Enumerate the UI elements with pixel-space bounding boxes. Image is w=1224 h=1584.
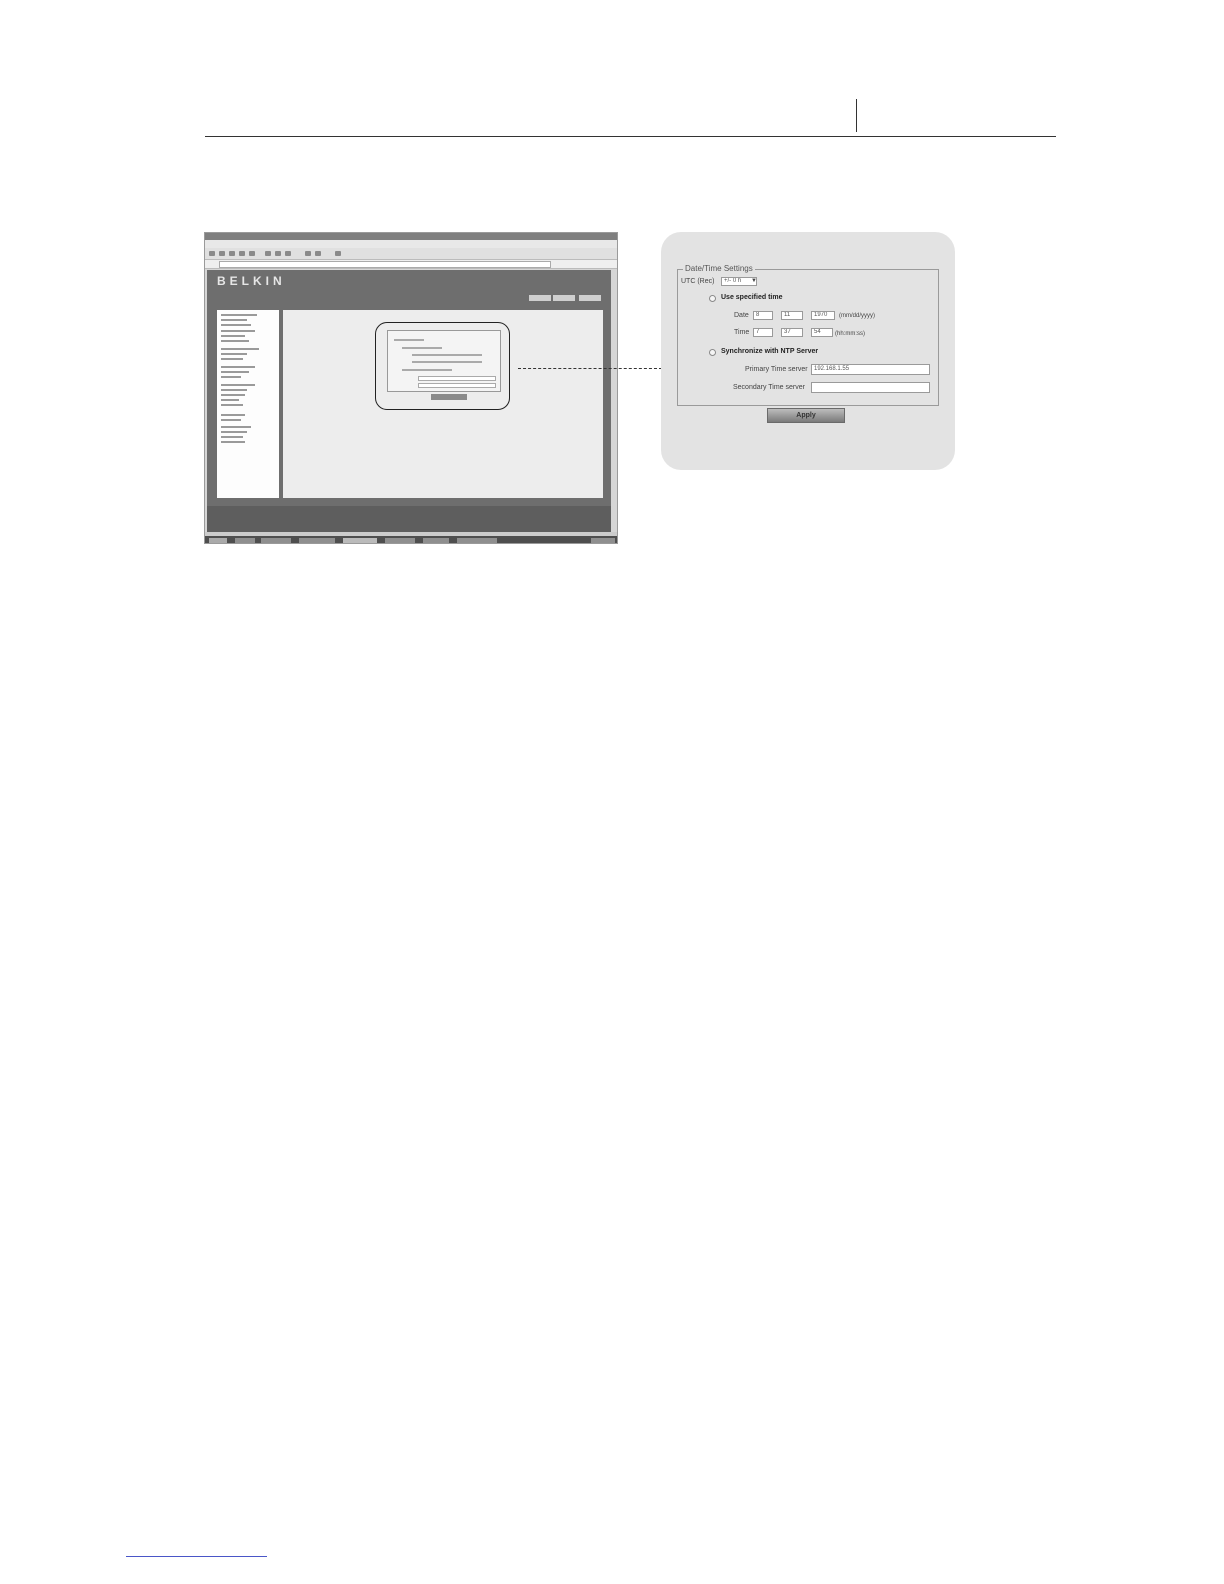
time-label: Time: [734, 329, 750, 336]
datetime-legend: Date/Time Settings: [683, 264, 755, 273]
datetime-settings-zoom: Date/Time Settings UTC (Rec) +/- 0 h ▼ U…: [661, 232, 955, 470]
stop-icon: [229, 251, 235, 256]
home-icon: [249, 251, 255, 256]
header-divider-tick: [856, 99, 857, 132]
brand-logo: BELKIN: [217, 274, 286, 288]
time-hour-input[interactable]: 7: [753, 328, 773, 337]
sync-ntp-radio[interactable]: [709, 349, 716, 356]
nav-link-home: [529, 295, 551, 301]
page-footer-bar: [207, 506, 611, 532]
date-format-hint: (mm/dd/yyyy): [839, 313, 875, 319]
time-second-input[interactable]: 54: [811, 328, 833, 337]
footer-rule: [126, 1556, 267, 1557]
utc-label: UTC (Rec): [681, 278, 715, 285]
refresh-icon: [239, 251, 245, 256]
secondary-server-label: Secondary Time server: [733, 384, 805, 391]
use-specified-time-radio[interactable]: [709, 295, 716, 302]
start-button: [209, 538, 227, 543]
nav-link-logout: [579, 295, 601, 301]
apply-button[interactable]: Apply: [767, 408, 845, 423]
callout-highlight-ring: [375, 322, 510, 410]
forward-icon: [219, 251, 225, 256]
back-icon: [209, 251, 215, 256]
config-sidebar: [217, 310, 279, 498]
print-icon: [315, 251, 321, 256]
nav-link-help: [553, 295, 575, 301]
favorites-icon: [275, 251, 281, 256]
window-titlebar: [205, 233, 617, 240]
address-bar: [205, 260, 617, 269]
date-day-input[interactable]: 11: [781, 311, 803, 320]
callout-leader-line: [518, 368, 662, 369]
browser-toolbar: [205, 248, 617, 260]
address-field: [219, 261, 551, 268]
search-icon: [265, 251, 271, 256]
sync-ntp-label: Synchronize with NTP Server: [721, 348, 819, 355]
history-icon: [285, 251, 291, 256]
browser-menubar: [205, 240, 617, 248]
chevron-down-icon: ▼: [751, 278, 757, 284]
date-month-input[interactable]: 8: [753, 311, 773, 320]
secondary-server-input[interactable]: [811, 382, 930, 393]
date-label: Date: [734, 312, 749, 319]
windows-taskbar: [205, 536, 617, 543]
header-rule: [205, 136, 1056, 137]
mail-icon: [305, 251, 311, 256]
date-year-input[interactable]: 1970: [811, 311, 835, 320]
primary-server-input[interactable]: 192.168.1.55: [811, 364, 930, 375]
primary-server-label: Primary Time server: [745, 366, 808, 373]
edit-icon: [335, 251, 341, 256]
time-minute-input[interactable]: 37: [781, 328, 803, 337]
time-format-hint: (hh:mm:ss): [835, 331, 865, 337]
use-specified-time-label: Use specified time: [721, 294, 783, 301]
